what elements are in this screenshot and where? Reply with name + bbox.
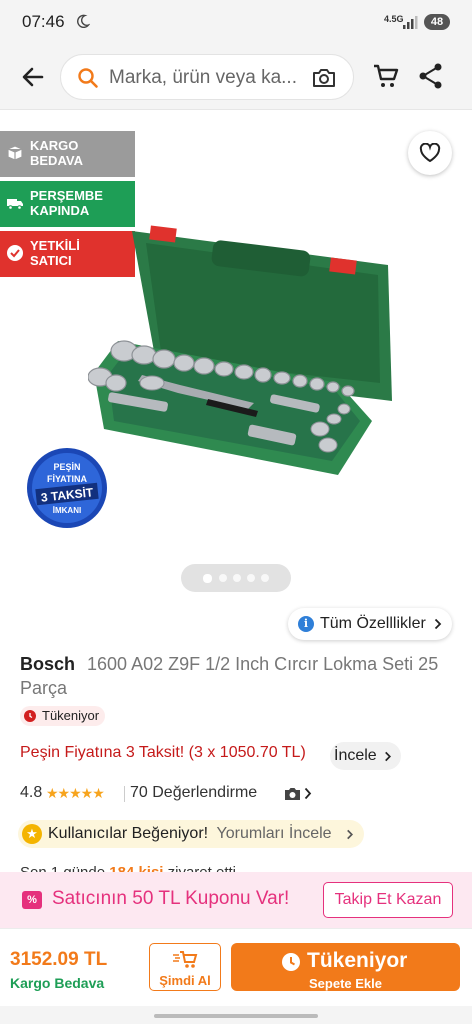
badge-delivery-day: PERŞEMBE KAPINDA — [0, 181, 135, 227]
favorite-button[interactable] — [408, 131, 452, 175]
pager-dot[interactable] — [219, 574, 227, 582]
badge-line: BEDAVA — [30, 153, 83, 168]
star-rating: ★★★★★ — [46, 785, 105, 801]
buy-now-label: Şimdi Al — [159, 973, 211, 988]
badge-line: PERŞEMBE — [30, 188, 103, 203]
coupon-banner: % Satıcının 50 TL Kuponu Var! Takip Et K… — [0, 872, 472, 928]
coupon-icon: % — [22, 891, 42, 909]
system-nav-bar — [0, 1006, 472, 1024]
cart-icon[interactable] — [372, 62, 400, 90]
add-to-cart-status: Tükeniyor — [307, 949, 408, 972]
users-like-label: Kullanıcılar Beğeniyor! — [48, 825, 209, 842]
truck-icon — [7, 199, 23, 210]
installment-details-label: İncele — [334, 747, 377, 764]
add-to-cart-label: Sepete Ekle — [309, 976, 382, 991]
free-shipping-label: Kargo Bedava — [10, 975, 105, 991]
installment-details-link[interactable]: İncele — [330, 742, 401, 770]
image-pager[interactable] — [181, 564, 291, 592]
home-gesture-handle[interactable] — [154, 1014, 318, 1018]
divider — [124, 786, 125, 802]
product-gallery[interactable]: KARGO BEDAVA PERŞEMBE KAPINDA YETKİLİ SA… — [0, 111, 472, 606]
back-arrow-icon[interactable] — [18, 62, 48, 92]
signal-icon — [403, 16, 418, 29]
installment-sticker: PEŞİN FİYATINA 3 TAKSİT İMKANI — [27, 448, 107, 528]
pager-dot[interactable] — [247, 574, 255, 582]
status-time: 07:46 — [22, 12, 65, 31]
bottom-purchase-bar: 3152.09 TL Kargo Bedava Şimdi Al Tükeniy… — [0, 928, 472, 1006]
reviews-link: Yorumları İncele — [216, 825, 332, 842]
add-to-cart-button[interactable]: Tükeniyor Sepete Ekle — [231, 943, 460, 991]
pager-dot[interactable] — [233, 574, 241, 582]
sticker-line: FİYATINA — [47, 474, 88, 484]
buy-now-button[interactable]: Şimdi Al — [149, 943, 221, 991]
stock-status-badge: Tükeniyor — [20, 706, 106, 726]
photo-reviews-icon — [285, 788, 300, 800]
status-bar: 07:46 4.5G 48 — [0, 0, 472, 44]
all-properties-label: Tüm Özelllikler — [320, 615, 426, 632]
sticker-line: PEŞİN — [53, 462, 80, 472]
camera-icon[interactable] — [311, 65, 337, 91]
coupon-text: Satıcının 50 TL Kuponu Var! — [52, 888, 290, 909]
all-properties-button[interactable]: i Tüm Özelllikler — [288, 608, 452, 640]
clock-icon — [282, 953, 300, 971]
sticker-line: İMKANI — [53, 506, 81, 515]
review-count: 70 Değerlendirme — [130, 784, 258, 801]
share-icon[interactable] — [418, 62, 444, 90]
chevron-right-icon — [434, 618, 442, 630]
search-input[interactable] — [109, 63, 304, 93]
verified-icon — [7, 245, 23, 261]
product-name: 1600 A02 Z9F 1/2 Inch Cırcır Lokma Seti … — [20, 654, 439, 698]
badge-line: KAPINDA — [30, 203, 90, 218]
chevron-right-icon — [304, 787, 312, 800]
info-icon: i — [298, 616, 314, 632]
search-icon — [78, 68, 98, 88]
network-type: 4.5G — [384, 14, 404, 24]
brand-name[interactable]: Bosch — [20, 654, 75, 674]
pager-dot[interactable] — [261, 574, 269, 582]
battery-indicator: 48 — [424, 14, 450, 30]
pager-dot-active[interactable] — [203, 574, 212, 583]
product-image — [88, 225, 392, 475]
star-icon: ★ — [22, 824, 42, 844]
fast-cart-icon — [173, 951, 198, 968]
badge-line: KARGO — [30, 138, 79, 153]
chevron-right-icon — [384, 751, 391, 762]
badge-free-shipping: KARGO BEDAVA — [0, 131, 135, 177]
clock-icon — [24, 710, 36, 722]
top-header — [0, 44, 472, 110]
heart-icon — [419, 143, 441, 163]
installment-text: Peşin Fiyatına 3 Taksit! (3 x 1050.70 TL… — [20, 744, 306, 761]
users-like-banner[interactable]: ★ Kullanıcılar Beğeniyor! Yorumları İnce… — [18, 820, 364, 848]
search-box[interactable] — [60, 54, 354, 100]
product-title: Bosch 1600 A02 Z9F 1/2 Inch Cırcır Lokma … — [20, 652, 460, 700]
box-icon — [7, 145, 23, 161]
product-price: 3152.09 TL — [10, 949, 108, 970]
follow-and-earn-button[interactable]: Takip Et Kazan — [323, 882, 453, 918]
chevron-right-icon — [347, 829, 354, 840]
rating-value: 4.8 — [20, 784, 43, 801]
moon-icon — [77, 14, 90, 28]
stock-status-label: Tükeniyor — [42, 708, 100, 723]
